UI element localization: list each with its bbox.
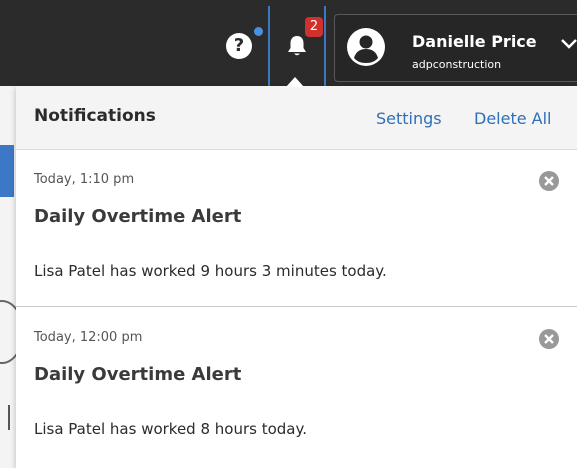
background-line [8,405,10,430]
notification-title: Daily Overtime Alert [34,364,242,385]
notification-time: Today, 12:00 pm [34,330,143,345]
notification-item[interactable]: Today, 1:10 pm Daily Overtime Alert Lisa… [16,150,577,307]
user-company: adpconstruction [412,58,502,71]
user-avatar-icon [347,28,385,66]
panel-title: Notifications [34,106,156,126]
notification-body: Lisa Patel has worked 9 hours 3 minutes … [34,262,387,280]
dropdown-pointer [286,77,304,87]
top-header: ? 2 Danielle Price adpconstruction [0,0,577,86]
settings-link[interactable]: Settings [376,109,442,128]
user-menu-button[interactable]: Danielle Price adpconstruction [334,14,577,82]
question-icon: ? [233,35,245,56]
notifications-panel: Notifications Settings Delete All Today,… [16,86,577,468]
delete-all-link[interactable]: Delete All [474,109,552,128]
help-indicator-dot [254,27,263,36]
notification-title: Daily Overtime Alert [34,206,242,227]
bell-icon [288,36,306,56]
user-name: Danielle Price [412,32,537,51]
screen: ? 2 Danielle Price adpconstruction Notif… [0,0,577,468]
notification-item[interactable]: Today, 12:00 pm Daily Overtime Alert Lis… [16,308,577,465]
notification-count-badge: 2 [305,17,323,37]
panel-header: Notifications Settings Delete All [16,86,577,150]
close-circle-icon[interactable] [538,328,560,350]
help-button[interactable]: ? [226,33,252,59]
notification-body: Lisa Patel has worked 8 hours today. [34,420,308,438]
close-circle-icon[interactable] [538,170,560,192]
chevron-down-icon [561,39,577,49]
background-nav-highlight [0,145,14,197]
notification-time: Today, 1:10 pm [34,172,135,187]
